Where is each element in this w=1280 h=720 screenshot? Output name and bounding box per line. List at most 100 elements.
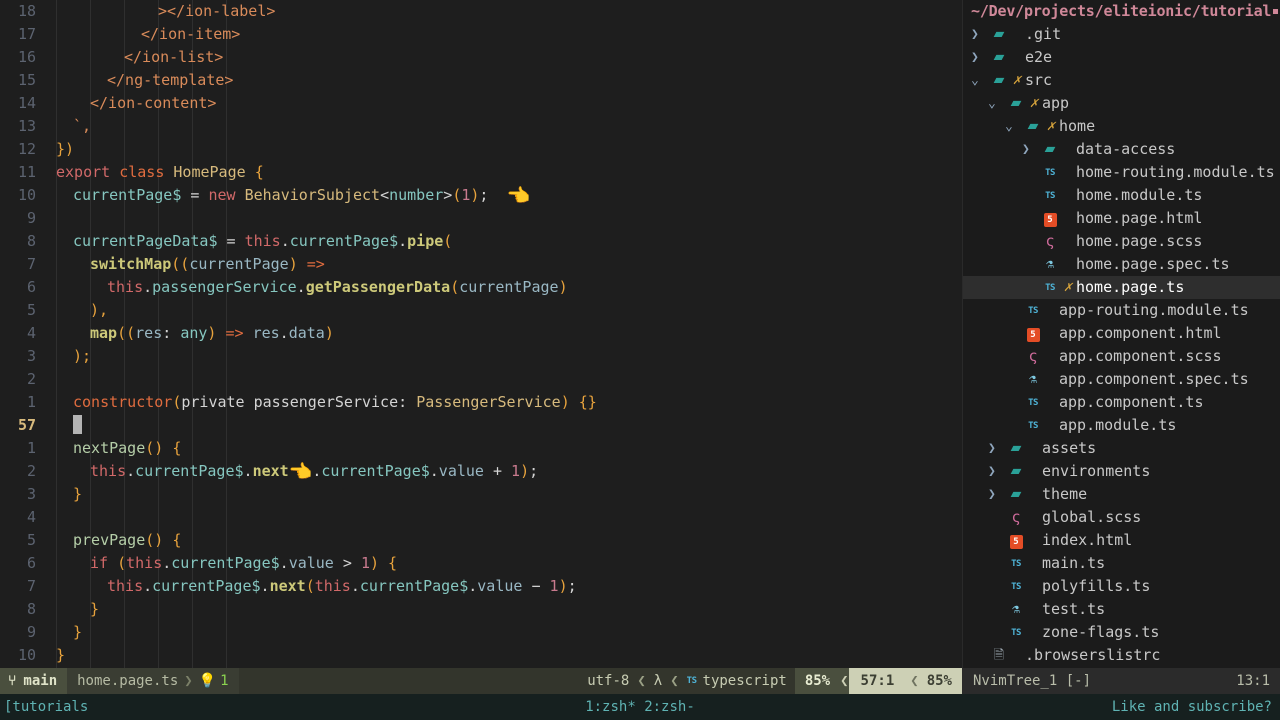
chevron-right-icon[interactable]: ❯: [988, 483, 1006, 506]
file-tree-file-row[interactable]: 🗎 .browserslistrc: [963, 644, 1280, 667]
file-tree-file-row[interactable]: ⚗ test.ts: [963, 598, 1280, 621]
chevron-right-icon[interactable]: ❯: [988, 460, 1006, 483]
chevron-right-icon[interactable]: ❯: [971, 23, 989, 46]
chevron-right-icon[interactable]: ❯: [988, 437, 1006, 460]
code-line[interactable]: 10 currentPage$ = new BehaviorSubject<num…: [0, 184, 962, 207]
code-token: .: [429, 461, 439, 480]
typescript-file-icon: TS: [1028, 306, 1038, 316]
editor-statusline: ⑂ main home.page.ts ❯ 💡 1 utf-8 ❮ λ ❮ TS t…: [0, 668, 962, 694]
code-text: }: [44, 598, 99, 621]
code-token: <: [380, 185, 390, 204]
file-tree-file-row[interactable]: TS home.module.ts: [963, 184, 1280, 207]
file-tree-label: polyfills.ts: [1042, 577, 1151, 595]
file-tree-file-row[interactable]: TS polyfills.ts: [963, 575, 1280, 598]
code-line[interactable]: 8 currentPageData$ = this.currentPage$.pi…: [0, 230, 962, 253]
scroll-percent-right: 85%: [922, 668, 962, 694]
file-tree-file-row[interactable]: ⚗ app.component.spec.ts: [963, 368, 1280, 391]
chevron-down-icon[interactable]: ⌄: [1005, 115, 1023, 138]
code-line[interactable]: 4: [0, 506, 962, 529]
code-token: currentPage$: [289, 232, 399, 250]
chevron-down-icon[interactable]: ⌄: [971, 69, 989, 92]
code-line[interactable]: 6 if (this.currentPage$.value > 1) {: [0, 552, 962, 575]
typescript-file-icon: TS: [1045, 191, 1055, 201]
file-tree-file-row[interactable]: TS main.ts: [963, 552, 1280, 575]
code-line[interactable]: 3}: [0, 483, 962, 506]
code-line[interactable]: 17 </ion-item>: [0, 23, 962, 46]
line-number: 1: [26, 393, 36, 411]
folder-open-icon: ▰: [993, 72, 1005, 88]
code-token: passengerService: [152, 278, 297, 296]
file-tree-directory-row[interactable]: ❯ ▰ data-access: [963, 138, 1280, 161]
diagnostics-section[interactable]: 💡 1: [199, 670, 229, 693]
code-line[interactable]: 10}: [0, 644, 962, 667]
code-line[interactable]: 1 nextPage() {: [0, 437, 962, 460]
file-tree-file-row[interactable]: TS app.module.ts: [963, 414, 1280, 437]
code-line[interactable]: 12}): [0, 138, 962, 161]
file-tree-file-row[interactable]: TS app.component.ts: [963, 391, 1280, 414]
code-token: nextPage: [73, 439, 146, 457]
file-tree-directory-row[interactable]: ⌄ ▰ ✗ app: [963, 92, 1280, 115]
file-tree-file-row[interactable]: 5 app.component.html: [963, 322, 1280, 345]
code-line[interactable]: 5),: [0, 299, 962, 322]
code-token: =>: [225, 324, 244, 342]
git-branch-section[interactable]: ⑂ main: [0, 668, 68, 694]
file-tree-file-row[interactable]: TS zone-flags.ts: [963, 621, 1280, 644]
code-line[interactable]: 2: [0, 368, 962, 391]
test-file-icon: ⚗: [1046, 257, 1054, 272]
code-line[interactable]: 57: [0, 414, 962, 437]
file-tree-file-row[interactable]: TS ✗ home.page.ts: [963, 276, 1280, 299]
typescript-file-icon: TS: [1045, 283, 1055, 293]
file-tree-directory-row[interactable]: ⌄ ▰ ✗ src: [963, 69, 1280, 92]
file-tree-directory-row[interactable]: ❯ ▰ assets: [963, 437, 1280, 460]
typescript-file-icon: TS: [1028, 421, 1038, 431]
file-tree-file-row[interactable]: 5 index.html: [963, 529, 1280, 552]
typescript-file-icon: TS: [1028, 398, 1038, 408]
code-line[interactable]: 8}: [0, 598, 962, 621]
chevron-right-icon[interactable]: ❯: [971, 46, 989, 69]
chevron-right-icon[interactable]: ❯: [1022, 138, 1040, 161]
code-line[interactable]: 16 </ion-list>: [0, 46, 962, 69]
file-tree-directory-row[interactable]: ❯ ▰ .git: [963, 23, 1280, 46]
code-token: any: [180, 324, 208, 342]
file-tree-directory-row[interactable]: ❯ ▰ environments: [963, 460, 1280, 483]
code-line[interactable]: 11 export class HomePage {: [0, 161, 962, 184]
code-line[interactable]: 1 constructor(private passengerService: P…: [0, 391, 962, 414]
code-line[interactable]: 15 </ng-template>: [0, 69, 962, 92]
code-line[interactable]: 13 `,: [0, 115, 962, 138]
file-tree-directory-row[interactable]: ❯ ▰ theme: [963, 483, 1280, 506]
file-tree-file-row[interactable]: ς app.component.scss: [963, 345, 1280, 368]
code-line[interactable]: 3);: [0, 345, 962, 368]
code-token: −: [522, 577, 550, 595]
code-token: prevPage: [73, 531, 146, 549]
code-line[interactable]: 9: [0, 207, 962, 230]
file-tree-file-row[interactable]: 5 home.page.html: [963, 207, 1280, 230]
code-line[interactable]: 2 this.currentPage$.next👈.currentPage$.va…: [0, 460, 962, 483]
file-tree-file-row[interactable]: TS home-routing.module.ts: [963, 161, 1280, 184]
line-number: 1: [26, 439, 36, 457]
code-token: currentPage$: [152, 577, 261, 595]
typescript-file-icon: TS: [1045, 168, 1055, 178]
code-line[interactable]: 14 </ion-content>: [0, 92, 962, 115]
file-tree-file-row[interactable]: ς home.page.scss: [963, 230, 1280, 253]
code-line[interactable]: 5 prevPage() {: [0, 529, 962, 552]
code-token: }: [73, 623, 83, 641]
code-token: .: [143, 577, 153, 595]
file-tree-file-row[interactable]: ς global.scss: [963, 506, 1280, 529]
code-line[interactable]: 7 this.currentPage$.next(this.currentPage…: [0, 575, 962, 598]
code-line[interactable]: 7 switchMap((currentPage) =>: [0, 253, 962, 276]
line-number: 2: [26, 370, 36, 388]
file-tree-file-row[interactable]: ⚗ home.page.spec.ts: [963, 253, 1280, 276]
file-tree-pane[interactable]: ~/Dev/projects/eliteionic/tutorial ❯ ▰ .g…: [962, 0, 1280, 668]
file-tree-file-row[interactable]: TS app-routing.module.ts: [963, 299, 1280, 322]
code-line[interactable]: 6 this.passengerService.getPassengerData(…: [0, 276, 962, 299]
code-line[interactable]: 4 map((res: any) => res.data): [0, 322, 962, 345]
file-tree-directory-row[interactable]: ❯ ▰ e2e: [963, 46, 1280, 69]
code-editor-pane[interactable]: 18 ></ion-label> 17 </ion-item> 16 </ion-list…: [0, 0, 962, 668]
code-line[interactable]: 9}: [0, 621, 962, 644]
code-text: if (this.currentPage$.value > 1) {: [44, 552, 397, 575]
file-tree-label: home.page.spec.ts: [1076, 255, 1230, 273]
file-tree-directory-row[interactable]: ⌄ ▰ ✗ home: [963, 115, 1280, 138]
chevron-down-icon[interactable]: ⌄: [988, 92, 1006, 115]
code-line[interactable]: 18 ></ion-label>: [0, 0, 962, 23]
